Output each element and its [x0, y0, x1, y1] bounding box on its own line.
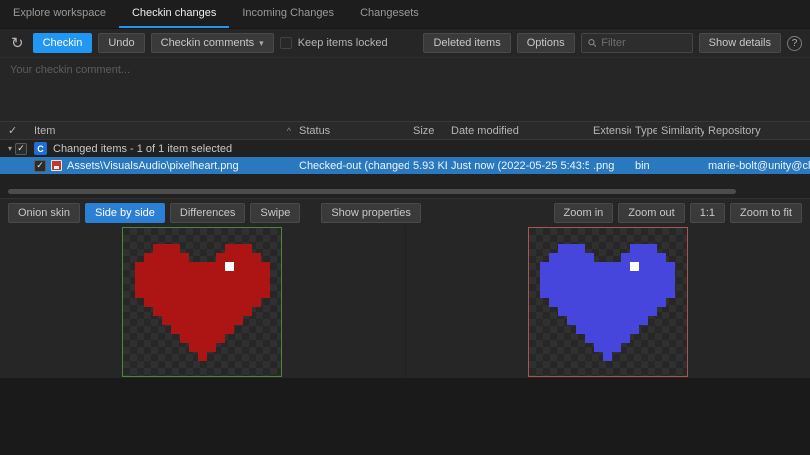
column-header-date-modified[interactable]: Date modified [447, 125, 589, 137]
diff-right-pane [405, 226, 810, 378]
column-header-status[interactable]: Status [295, 125, 409, 137]
group-row-content: C Changed items - 1 of 1 item selected [30, 142, 232, 155]
preview-toolbar: Onion skin Side by side Differences Swip… [0, 198, 810, 226]
group-row-label: Changed items - 1 of 1 item selected [53, 143, 232, 155]
zoom-out-button[interactable]: Zoom out [618, 203, 684, 223]
checkin-comment-input[interactable] [0, 58, 810, 121]
column-header-extension[interactable]: Extension [589, 125, 631, 137]
options-button[interactable]: Options [517, 33, 575, 53]
window-bottom-edge [0, 378, 810, 455]
show-properties-button[interactable]: Show properties [321, 203, 421, 223]
row-status: Checked-out (changed) [295, 160, 409, 172]
left-pixel-heart-image [135, 244, 270, 361]
group-checkbox[interactable]: ✓ [15, 143, 27, 155]
zoom-in-button[interactable]: Zoom in [554, 203, 614, 223]
header-gutter: ✓ [0, 124, 30, 137]
deleted-items-button[interactable]: Deleted items [423, 33, 510, 53]
diff-left-pane [0, 226, 405, 378]
changed-items-table: ✓ Item ^ Status Size Date modified Exten… [0, 121, 810, 198]
column-header-item-label: Item [34, 125, 55, 137]
tab-explore-workspace[interactable]: Explore workspace [0, 0, 119, 28]
help-icon[interactable]: ? [787, 36, 802, 51]
checkin-button[interactable]: Checkin [33, 33, 93, 53]
search-icon [588, 38, 597, 48]
check-icon: ✓ [17, 143, 25, 154]
tab-checkin-changes[interactable]: Checkin changes [119, 0, 229, 28]
differences-button[interactable]: Differences [170, 203, 245, 223]
side-by-side-button[interactable]: Side by side [85, 203, 165, 223]
tab-changesets[interactable]: Changesets [347, 0, 432, 28]
keep-items-locked-label: Keep items locked [298, 37, 388, 49]
select-all-check-icon[interactable]: ✓ [8, 124, 17, 137]
group-row-gutter: ▾ ✓ [0, 143, 30, 155]
column-header-size[interactable]: Size [409, 125, 447, 137]
row-repository: marie-bolt@unity@clou [704, 160, 810, 172]
right-image-frame [528, 227, 688, 377]
filter-box [581, 33, 693, 53]
row-checkbox[interactable]: ✓ [34, 160, 46, 172]
table-header: ✓ Item ^ Status Size Date modified Exten… [0, 121, 810, 140]
column-header-repository[interactable]: Repository [704, 125, 810, 137]
tab-incoming-changes[interactable]: Incoming Changes [229, 0, 347, 28]
main-toolbar: ↻ Checkin Undo Checkin comments ▾ Keep i… [0, 29, 810, 57]
show-details-button[interactable]: Show details [699, 33, 781, 53]
zoom-to-fit-button[interactable]: Zoom to fit [730, 203, 802, 223]
row-size: 5.93 KB [409, 160, 447, 172]
right-pixel-heart-image [540, 244, 675, 361]
row-date-modified: Just now (2022-05-25 5:43:52 PM) [447, 160, 589, 172]
image-diff-preview [0, 226, 810, 378]
horizontal-scrollbar[interactable] [0, 188, 810, 195]
onion-skin-button[interactable]: Onion skin [8, 203, 80, 223]
tab-bar: Explore workspace Checkin changes Incomi… [0, 0, 810, 29]
left-image-frame [122, 227, 282, 377]
swipe-button[interactable]: Swipe [250, 203, 300, 223]
keep-items-locked-checkbox[interactable] [280, 37, 292, 49]
table-row[interactable]: ✓ Assets\VisualsAudio\pixelheart.png Che… [0, 157, 810, 174]
table-empty-space [0, 174, 810, 188]
row-type: bin [631, 160, 657, 172]
checkin-comment-area [0, 57, 810, 121]
zoom-one-to-one-button[interactable]: 1:1 [690, 203, 725, 223]
sort-ascending-icon: ^ [287, 126, 291, 136]
row-extension: .png [589, 160, 631, 172]
column-header-similarity[interactable]: Similarity [657, 125, 704, 137]
collapse-chevron-icon[interactable]: ▾ [8, 144, 12, 153]
column-header-type[interactable]: Type [631, 125, 657, 137]
chevron-down-icon: ▾ [259, 38, 264, 49]
refresh-icon[interactable]: ↻ [8, 36, 27, 51]
image-file-icon [51, 160, 62, 171]
changed-category-badge: C [34, 142, 47, 155]
check-icon: ✓ [36, 160, 44, 171]
row-item-cell: ✓ Assets\VisualsAudio\pixelheart.png [30, 160, 295, 172]
checkin-comments-dropdown[interactable]: Checkin comments ▾ [151, 33, 274, 53]
undo-button[interactable]: Undo [98, 33, 144, 53]
column-header-item[interactable]: Item ^ [30, 125, 295, 137]
filter-input[interactable] [601, 37, 685, 49]
scrollbar-thumb[interactable] [8, 189, 736, 194]
row-item-path: Assets\VisualsAudio\pixelheart.png [67, 160, 239, 172]
checkin-comments-label: Checkin comments [161, 37, 255, 49]
version-control-window: Explore workspace Checkin changes Incomi… [0, 0, 810, 455]
group-row-changed-items[interactable]: ▾ ✓ C Changed items - 1 of 1 item select… [0, 140, 810, 157]
